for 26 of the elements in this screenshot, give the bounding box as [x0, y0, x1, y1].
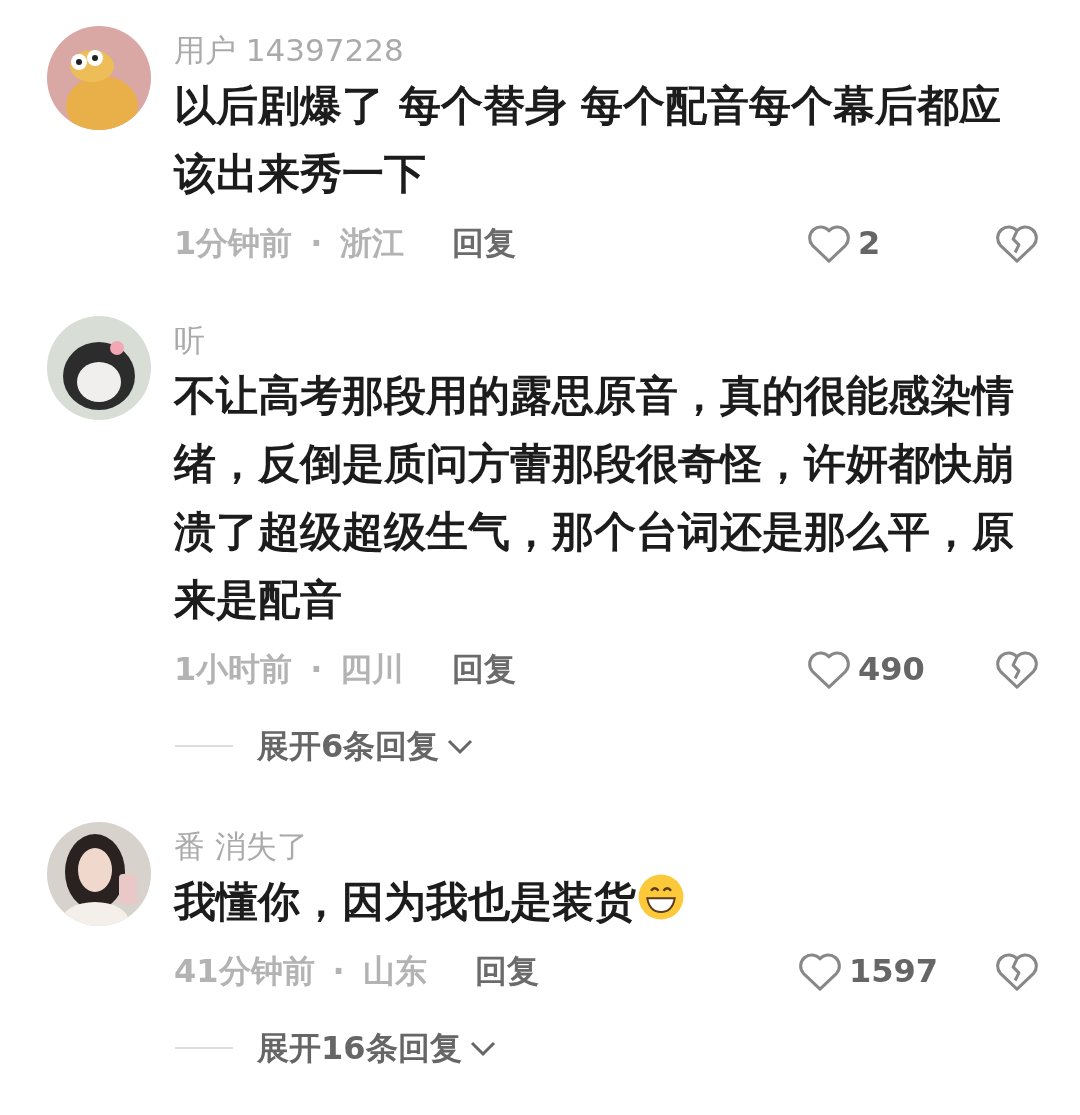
- heart-icon[interactable]: [806, 222, 852, 264]
- comment-text: 我懂你，因为我也是装货: [174, 868, 1034, 936]
- comment-text: 不让高考那段用的露思原音，真的很能感染情绪，反倒是质问方蕾那段很奇怪，许妍都快崩溃了超级超级生气，那个台词还是那么平，原来是配音: [174, 370, 1015, 626]
- heart-icon[interactable]: [806, 648, 852, 690]
- separator-dot: ·: [332, 951, 345, 992]
- comment-time: 1分钟前: [174, 223, 293, 264]
- separator-dot: ·: [310, 223, 323, 264]
- reply-button[interactable]: 回复: [474, 947, 539, 995]
- heart-icon[interactable]: [796, 950, 843, 992]
- like-count: 1597: [848, 951, 938, 992]
- broken-heart-icon[interactable]: [994, 648, 1040, 690]
- comment-location: 四川: [340, 649, 405, 690]
- reply-button[interactable]: 回复: [452, 219, 517, 267]
- broken-heart-icon[interactable]: [994, 222, 1040, 264]
- comment-text: 以后剧爆了 每个替身 每个配音每个幕后都应该出来秀一下: [174, 80, 1003, 200]
- expand-replies-button[interactable]: 展开16条回复: [257, 1024, 498, 1072]
- separator-dot: ·: [310, 649, 323, 690]
- comment-time: 41分钟前: [174, 951, 315, 992]
- broken-heart-icon[interactable]: [994, 950, 1040, 992]
- comment-time: 1小时前: [174, 649, 293, 690]
- comment-location: 浙江: [340, 223, 405, 264]
- comment-location: 山东: [362, 951, 427, 992]
- reply-button[interactable]: 回复: [452, 645, 517, 693]
- like-count: 2: [858, 223, 882, 264]
- expand-replies-button[interactable]: 展开6条回复: [257, 722, 476, 770]
- like-count: 490: [858, 649, 926, 690]
